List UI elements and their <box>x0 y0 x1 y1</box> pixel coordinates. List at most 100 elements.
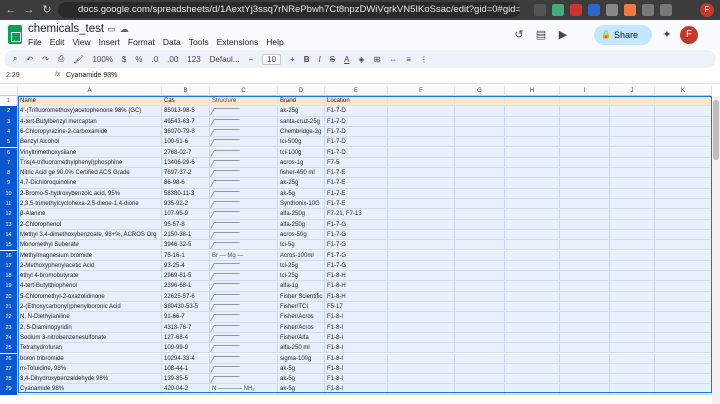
cell-d[interactable]: acros-50g <box>278 229 325 241</box>
cell-h[interactable] <box>505 271 560 282</box>
cell-e[interactable]: F1-8-H <box>325 281 388 292</box>
align-icon[interactable]: ≡ <box>406 55 411 64</box>
cell-d[interactable]: Fisher/Acros <box>278 322 325 333</box>
cell-a[interactable]: m-Toluidine, 98% <box>18 363 162 375</box>
cell-a[interactable]: Methylmagnesium bromide <box>18 250 162 261</box>
cell-h[interactable] <box>505 384 560 395</box>
cell-g[interactable] <box>455 363 505 375</box>
cell-b[interactable]: 2969-81-5 <box>162 271 210 282</box>
cell-k[interactable] <box>655 219 712 230</box>
browser-profile-avatar[interactable]: F <box>700 3 714 17</box>
cell-k[interactable] <box>655 384 712 395</box>
header-cell[interactable] <box>388 96 455 107</box>
cell-k[interactable] <box>655 374 712 385</box>
cell-g[interactable] <box>455 240 505 251</box>
cell-g[interactable] <box>455 209 505 220</box>
cell-a[interactable]: 6-Chloropyrazine-2-carboxamide <box>18 126 162 138</box>
cell-c[interactable] <box>210 199 278 210</box>
print-icon[interactable]: ⎙ <box>58 54 64 64</box>
cell-j[interactable] <box>610 240 655 251</box>
cell-c[interactable]: Br — Mg — <box>210 250 278 261</box>
extension-icon[interactable] <box>606 4 618 16</box>
cell-a[interactable]: 5-Chloromethyl-2-oxazolidinone <box>18 291 162 302</box>
gemini-icon[interactable]: ✦ <box>660 28 674 42</box>
cell-a[interactable]: 3,4-Dihydroxybenzaldehyde 98% <box>18 374 162 385</box>
cell-i[interactable] <box>560 199 610 210</box>
cell-j[interactable] <box>610 157 655 169</box>
cell-i[interactable] <box>560 363 610 375</box>
cell-c[interactable] <box>210 332 278 344</box>
cell-j[interactable] <box>610 343 655 354</box>
cell-g[interactable] <box>455 188 505 199</box>
row-number[interactable]: 10 <box>0 188 18 199</box>
strikethrough-icon[interactable]: S <box>330 55 335 64</box>
cell-e[interactable]: F1-8-I <box>325 374 388 385</box>
cell-f[interactable] <box>388 363 455 375</box>
cell-j[interactable] <box>610 147 655 158</box>
cell-g[interactable] <box>455 281 505 292</box>
scrollbar-thumb[interactable] <box>713 100 719 160</box>
header-cell[interactable]: Brand <box>278 96 325 107</box>
cell-d[interactable]: Fisher/Acros <box>278 312 325 323</box>
row-number[interactable]: 16 <box>0 250 18 261</box>
cell-c[interactable] <box>210 137 278 148</box>
header-cell[interactable]: Location <box>325 96 388 107</box>
cell-b[interactable]: 4318-76-7 <box>162 322 210 333</box>
cell-b[interactable]: 139-85-5 <box>162 374 210 385</box>
cell-i[interactable] <box>560 343 610 354</box>
cell-f[interactable] <box>388 157 455 169</box>
cell-h[interactable] <box>505 291 560 302</box>
cell-d[interactable]: Fisher/TCI <box>278 302 325 313</box>
cell-g[interactable] <box>455 106 505 117</box>
cell-e[interactable]: F1-7-D <box>325 116 388 127</box>
cell-b[interactable]: 10294-33-4 <box>162 353 210 364</box>
cell-i[interactable] <box>560 157 610 169</box>
font-size-decrease[interactable]: − <box>248 55 253 64</box>
cell-f[interactable] <box>388 168 455 179</box>
column-header-e[interactable]: E <box>325 86 388 96</box>
cell-h[interactable] <box>505 343 560 354</box>
cell-k[interactable] <box>655 188 712 199</box>
cell-b[interactable]: 109-99-9 <box>162 343 210 354</box>
row-number[interactable]: 21 <box>0 302 18 313</box>
cell-d[interactable]: ak-25g <box>278 106 325 117</box>
history-icon[interactable]: ↺ <box>512 28 526 42</box>
extension-icon[interactable] <box>588 4 600 16</box>
cell-a[interactable]: Cyanamide 98% <box>18 384 162 395</box>
row-number[interactable]: 5 <box>0 137 18 148</box>
cell-i[interactable] <box>560 188 610 199</box>
cell-e[interactable]: F1-7-G <box>325 250 388 261</box>
row-number[interactable]: 28 <box>0 374 18 385</box>
cell-b[interactable]: 95-57-8 <box>162 219 210 230</box>
cell-e[interactable]: F1-7-D <box>325 137 388 148</box>
header-cell[interactable] <box>560 96 610 107</box>
cell-e[interactable]: F1-8-I <box>325 363 388 375</box>
cell-c[interactable]: N ———— NH₂ <box>210 384 278 395</box>
cell-e[interactable]: F1-7-D <box>325 106 388 117</box>
cell-i[interactable] <box>560 178 610 189</box>
cell-f[interactable] <box>388 219 455 230</box>
cell-h[interactable] <box>505 374 560 385</box>
cell-c[interactable] <box>210 271 278 282</box>
cell-j[interactable] <box>610 229 655 241</box>
cell-i[interactable] <box>560 229 610 241</box>
cell-h[interactable] <box>505 209 560 220</box>
cell-b[interactable]: 85013-98-5 <box>162 106 210 117</box>
cell-d[interactable]: Synthonix-10G <box>278 199 325 210</box>
undo-icon[interactable]: ↶ <box>26 55 33 64</box>
downloads-icon[interactable] <box>660 4 672 16</box>
currency-format-button[interactable]: $ <box>122 55 126 64</box>
cell-h[interactable] <box>505 116 560 127</box>
search-menus-icon[interactable]: ⌕ <box>13 54 17 64</box>
italic-icon[interactable]: I <box>318 55 320 64</box>
cell-b[interactable]: 2396-68-1 <box>162 281 210 292</box>
cell-d[interactable]: tci-5g <box>278 240 325 251</box>
cell-g[interactable] <box>455 137 505 148</box>
cell-e[interactable]: F1-8-I <box>325 343 388 354</box>
cell-j[interactable] <box>610 353 655 364</box>
row-number[interactable]: 8 <box>0 168 18 179</box>
document-title[interactable]: chemicals_test <box>28 23 104 35</box>
cell-c[interactable] <box>210 260 278 272</box>
move-folder-icon[interactable]: ▭ <box>107 24 120 34</box>
cell-a[interactable]: 4,7-Dichloroquinoline <box>18 178 162 189</box>
